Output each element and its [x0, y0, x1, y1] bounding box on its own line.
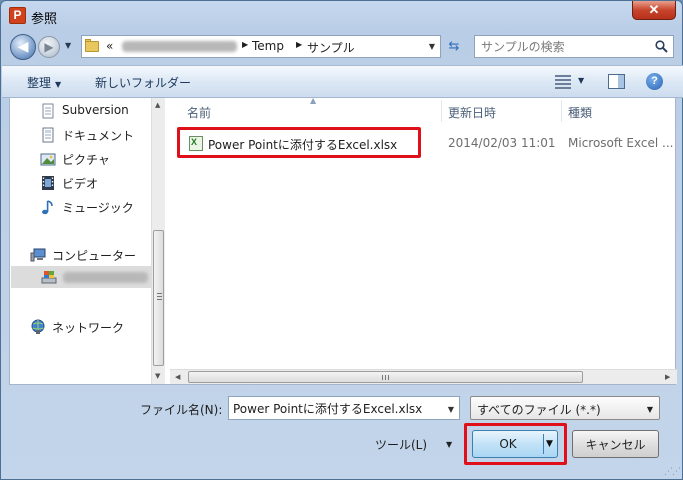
- organize-dropdown-icon: ▼: [55, 80, 62, 89]
- address-bar[interactable]: « ▶ Temp ▶ サンプル ▼: [81, 35, 441, 58]
- address-dropdown-icon[interactable]: ▼: [429, 42, 435, 51]
- resize-grip-icon[interactable]: ⋰⋰: [664, 467, 681, 477]
- computer-icon: [30, 248, 46, 262]
- column-divider: [441, 100, 442, 122]
- redacted-drive-name: [63, 272, 148, 283]
- search-box[interactable]: [474, 35, 674, 58]
- search-input[interactable]: [481, 38, 651, 55]
- file-modified-cell: 2014/02/03 11:01: [448, 136, 556, 150]
- window-title: 参照: [31, 12, 58, 27]
- document-icon: [42, 103, 54, 119]
- navigation-pane: Subversion ドキュメント ピクチャ ビデオ ミュージック コンピュータ…: [10, 98, 165, 384]
- column-header-type[interactable]: 種類: [568, 104, 592, 121]
- breadcrumb-overflow[interactable]: «: [106, 39, 113, 53]
- forward-button[interactable]: ▶: [38, 36, 60, 58]
- highlight-annotation-file: [177, 127, 421, 158]
- refresh-icon[interactable]: ⇆: [444, 37, 464, 57]
- title-bar: P 参照 ✕: [1, 1, 682, 31]
- scroll-up-icon[interactable]: ▲: [155, 101, 160, 109]
- folder-icon: [85, 39, 101, 53]
- nav-pane-scrollbar[interactable]: ▲ ▼: [151, 98, 165, 384]
- filter-value: すべてのファイル (*.*): [477, 403, 601, 417]
- tools-dropdown-icon[interactable]: ▼: [446, 440, 452, 449]
- network-icon: [31, 319, 45, 334]
- sort-ascending-icon: ▲: [310, 96, 317, 105]
- drive-icon: [41, 271, 57, 284]
- music-icon: [42, 200, 53, 215]
- new-folder-button[interactable]: 新しいフォルダー: [95, 74, 191, 91]
- close-button[interactable]: ✕: [632, 1, 676, 20]
- column-header-modified[interactable]: 更新日時: [448, 104, 496, 121]
- content-area: Subversion ドキュメント ピクチャ ビデオ ミュージック コンピュータ…: [9, 96, 677, 385]
- breadcrumb-sample[interactable]: サンプル: [307, 39, 355, 56]
- filename-label: ファイル名(N):: [140, 403, 223, 417]
- highlight-annotation-ok: [464, 423, 567, 465]
- redacted-path: [122, 41, 237, 52]
- breadcrumb-temp[interactable]: Temp: [252, 39, 284, 53]
- column-divider: [561, 100, 562, 122]
- organize-button[interactable]: 整理 ▼: [27, 74, 61, 91]
- filename-combobox[interactable]: ▼: [228, 396, 460, 420]
- file-list-pane: ▲ 名前 更新日時 種類 X Power Pointに添付するExcel.xls…: [170, 96, 677, 384]
- nav-item-drive-selected[interactable]: [11, 266, 153, 288]
- change-view-icon[interactable]: [555, 75, 571, 89]
- recent-pages-dropdown[interactable]: ▼: [65, 41, 71, 50]
- scroll-left-icon[interactable]: ◀: [175, 373, 180, 381]
- tools-menu[interactable]: ツール(L): [375, 436, 427, 453]
- breadcrumb-separator-icon[interactable]: ▶: [242, 40, 248, 49]
- filename-dropdown-icon[interactable]: ▼: [448, 405, 454, 414]
- breadcrumb-separator-icon[interactable]: ▶: [296, 40, 302, 49]
- file-type-filter-select[interactable]: すべてのファイル (*.*) ▼: [470, 396, 660, 420]
- cancel-button[interactable]: キャンセル: [572, 430, 659, 458]
- filter-dropdown-icon: ▼: [646, 405, 653, 414]
- column-header-name[interactable]: 名前: [187, 104, 211, 121]
- documents-icon: [42, 127, 54, 143]
- view-options-dropdown-icon[interactable]: ▼: [578, 76, 584, 85]
- help-icon[interactable]: ?: [646, 73, 663, 90]
- back-button[interactable]: ◀: [10, 34, 36, 60]
- video-icon: [42, 176, 54, 190]
- search-icon[interactable]: [655, 40, 668, 53]
- file-type-cell: Microsoft Excel ...: [568, 136, 674, 150]
- open-file-dialog: P 参照 ✕ ◀ ▶ ▼ « ▶ Temp ▶ サンプル ▼ ⇆ 整理▼ 新しい…: [0, 0, 683, 480]
- preview-pane-icon[interactable]: [608, 74, 625, 89]
- powerpoint-app-icon: P: [9, 7, 26, 24]
- scroll-down-icon[interactable]: ▼: [155, 372, 160, 380]
- pictures-icon: [40, 153, 56, 166]
- scrollbar-thumb[interactable]: [188, 371, 583, 383]
- command-bar: 整理 ▼ 新しいフォルダー ▼ ?: [2, 65, 683, 98]
- filename-input[interactable]: [233, 400, 433, 417]
- scroll-right-icon[interactable]: ▶: [665, 373, 670, 381]
- scrollbar-thumb[interactable]: [153, 230, 164, 366]
- horizontal-scrollbar[interactable]: ◀ ▶: [170, 369, 677, 384]
